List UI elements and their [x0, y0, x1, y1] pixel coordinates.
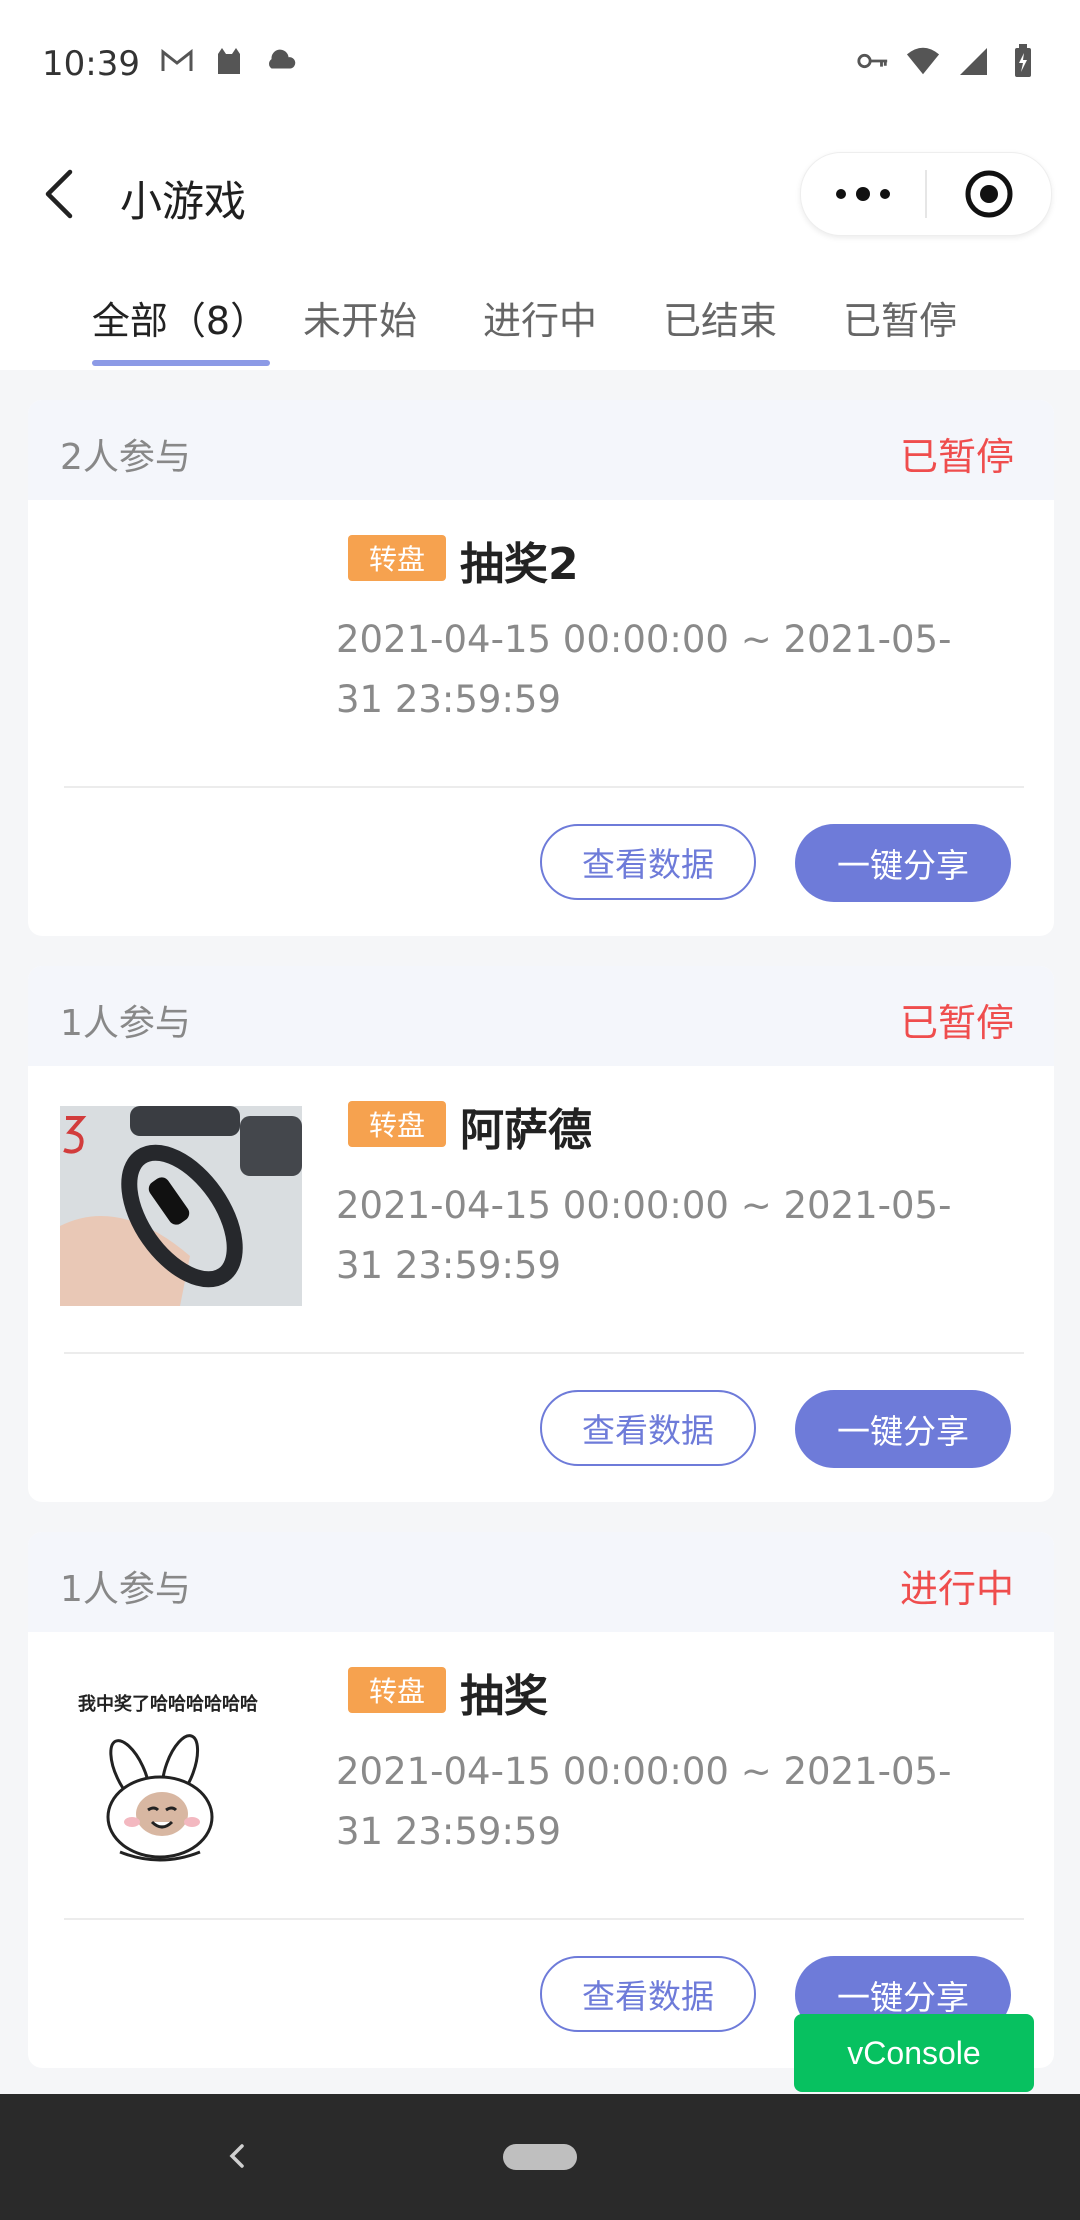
card-divider	[64, 786, 1024, 788]
share-button[interactable]: 一键分享	[795, 1390, 1011, 1468]
tab-all[interactable]: 全部（8）	[90, 260, 270, 370]
back-button[interactable]	[40, 166, 80, 222]
view-data-button[interactable]: 查看数据	[540, 1956, 756, 2032]
status-label: 进行中	[899, 1567, 1014, 1611]
participant-count: 2人参与	[60, 437, 191, 478]
more-button[interactable]	[801, 153, 925, 235]
game-title: 阿萨德	[460, 1105, 592, 1156]
game-type-tag: 转盘	[348, 1101, 446, 1147]
miniprogram-capsule	[800, 152, 1052, 236]
card-divider	[64, 1352, 1024, 1354]
game-card[interactable]: 2人参与 已暂停 转盘 抽奖2 2021-04-15 00:00:00 ~ 20…	[28, 400, 1054, 936]
target-circle-icon	[965, 170, 1013, 218]
participant-count: 1人参与	[60, 1569, 191, 1610]
game-card[interactable]: 1人参与 进行中 我中奖了哈哈哈哈哈哈 转盘 抽奖 2021-04-15 00:…	[28, 1532, 1054, 2068]
tab-paused[interactable]: 已暂停	[810, 260, 990, 370]
card-header: 2人参与 已暂停	[28, 400, 1054, 500]
status-right-icons	[856, 44, 1040, 78]
card-header: 1人参与 已暂停	[28, 966, 1054, 1066]
cat-app-icon	[212, 44, 246, 78]
nav-bar: 小游戏	[0, 130, 1080, 260]
system-nav-bar	[0, 2094, 1080, 2220]
more-dots-icon	[836, 187, 890, 201]
rabbit-meme-image	[106, 1734, 214, 1862]
system-back-icon	[229, 2144, 244, 2168]
game-type-tag: 转盘	[348, 535, 446, 581]
tab-not-started[interactable]: 未开始	[270, 260, 450, 370]
view-data-button[interactable]: 查看数据	[540, 824, 756, 900]
game-time-range: 2021-04-15 00:00:00 ~ 2021-05-31 23:59:5…	[336, 618, 952, 721]
page-title: 小游戏	[120, 177, 247, 226]
close-miniprogram-button[interactable]	[927, 153, 1051, 235]
wifi-icon	[906, 44, 940, 78]
game-title: 抽奖	[460, 1671, 548, 1722]
game-thumbnail-photo	[60, 1106, 302, 1306]
game-type-tag: 转盘	[348, 1667, 446, 1713]
game-time-range: 2021-04-15 00:00:00 ~ 2021-05-31 23:59:5…	[336, 1750, 952, 1853]
cloud-icon	[264, 44, 298, 78]
active-tab-indicator	[92, 360, 270, 366]
status-label: 已暂停	[899, 1001, 1014, 1045]
game-title: 抽奖2	[460, 539, 579, 590]
tab-ended[interactable]: 已结束	[630, 260, 810, 370]
signal-icon	[956, 44, 990, 78]
status-label: 已暂停	[899, 435, 1014, 479]
battery-charging-icon	[1006, 44, 1040, 78]
filter-tabs: 全部（8） 未开始 进行中 已结束 已暂停	[0, 260, 1080, 370]
game-card[interactable]: 1人参与 已暂停 转盘 阿萨德 2021-04-15 00:00:00 ~ 20…	[28, 966, 1054, 1502]
status-left-icons	[160, 44, 298, 78]
vconsole-button[interactable]: vConsole	[794, 2014, 1034, 2092]
system-home-pill[interactable]	[503, 2144, 577, 2170]
chevron-left-icon	[45, 169, 73, 219]
gmail-icon	[160, 44, 194, 78]
game-thumbnail-meme: 我中奖了哈哈哈哈哈哈	[60, 1672, 302, 1872]
share-button[interactable]: 一键分享	[795, 824, 1011, 902]
key-icon	[856, 44, 890, 78]
game-time-range: 2021-04-15 00:00:00 ~ 2021-05-31 23:59:5…	[336, 1184, 952, 1287]
card-header: 1人参与 进行中	[28, 1532, 1054, 1632]
tab-in-progress[interactable]: 进行中	[450, 260, 630, 370]
game-thumbnail-empty	[60, 540, 302, 740]
system-back-button[interactable]	[222, 2134, 252, 2178]
view-data-button[interactable]: 查看数据	[540, 1390, 756, 1466]
status-bar: 10:39	[0, 0, 1080, 130]
status-time: 10:39	[42, 44, 140, 84]
participant-count: 1人参与	[60, 1003, 191, 1044]
card-divider	[64, 1918, 1024, 1920]
fitness-band-image	[60, 1106, 302, 1306]
